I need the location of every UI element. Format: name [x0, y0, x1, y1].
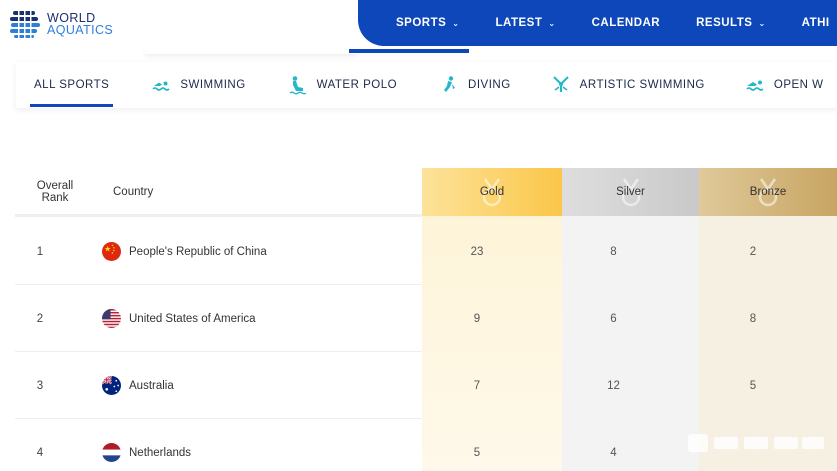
nav-item-latest[interactable]: LATEST ⌄ [496, 17, 556, 29]
nav-item-label: CALENDAR [591, 17, 661, 29]
header-divider [15, 214, 422, 217]
row-gold-count: 5 [473, 447, 481, 459]
column-header-country[interactable]: Country [113, 186, 153, 198]
column-header-silver[interactable]: Silver [562, 168, 699, 216]
open-water-icon [746, 80, 764, 91]
tab-diving[interactable]: DIVING [439, 62, 511, 108]
tab-label: ALL SPORTS [34, 79, 110, 91]
world-aquatics-logo-icon [10, 11, 40, 38]
row-bronze-count: 8 [749, 313, 757, 325]
china-flag-icon [102, 242, 121, 261]
row-country-name: United States of America [129, 313, 256, 325]
nav-active-indicator [349, 49, 469, 53]
gold-header-label: Gold [479, 186, 505, 198]
netherlands-flag-icon [102, 443, 121, 462]
nav-item-label: LATEST [495, 17, 543, 29]
silver-header-label: Silver [616, 186, 645, 198]
row-gold-count: 7 [473, 380, 481, 392]
swimming-icon [152, 81, 170, 91]
row-rank: 2 [36, 313, 44, 325]
tab-open-water[interactable]: OPEN W [745, 62, 824, 108]
main-nav: SPORTS ⌄ LATEST ⌄ CALENDAR RESULTS ⌄ ATH… [358, 0, 837, 46]
bronze-header-label: Bronze [749, 186, 787, 198]
watermark-overlay [688, 434, 824, 452]
nav-item-results[interactable]: RESULTS ⌄ [696, 17, 766, 29]
rank-header-line2: Rank [41, 192, 69, 204]
row-divider [15, 351, 422, 352]
tab-swimming[interactable]: SWIMMING [151, 62, 245, 108]
sport-filter-tabs: ALL SPORTS SWIMMING WATER POLO DIVING AR… [16, 62, 837, 108]
tab-label: ARTISTIC SWIMMING [579, 79, 705, 91]
row-silver-count: 12 [607, 380, 620, 392]
nav-item-calendar[interactable]: CALENDAR [592, 17, 661, 29]
row-gold-count: 9 [473, 313, 481, 325]
tab-label: SWIMMING [180, 79, 246, 91]
row-rank: 4 [36, 447, 44, 459]
row-divider [15, 418, 422, 419]
row-rank: 1 [36, 246, 44, 258]
row-country-name: Australia [129, 380, 174, 392]
row-divider [15, 284, 422, 285]
column-header-bronze[interactable]: Bronze [699, 168, 837, 216]
nav-item-label: ATHI [801, 17, 830, 29]
chevron-down-icon: ⌄ [452, 18, 460, 28]
tab-label: DIVING [468, 79, 511, 91]
tab-all-sports[interactable]: ALL SPORTS [16, 62, 114, 108]
tab-label: WATER POLO [316, 79, 398, 91]
diving-icon [444, 76, 456, 92]
tab-label: OPEN W [773, 79, 824, 91]
row-bronze-count: 5 [749, 380, 757, 392]
logo-wordmark: WORLD AQUATICS [47, 12, 114, 37]
usa-flag-icon [102, 309, 121, 328]
australia-flag-icon [102, 376, 121, 395]
column-header-overall-rank[interactable]: Overall Rank [30, 180, 80, 204]
logo-line-aquatics: AQUATICS [47, 23, 114, 37]
nav-item-sports[interactable]: SPORTS ⌄ [396, 17, 460, 29]
nav-shadow [145, 46, 358, 54]
row-country-name: Netherlands [129, 447, 192, 459]
artistic-swimming-icon [552, 76, 569, 92]
row-gold-count: 23 [470, 246, 484, 258]
rank-header-line1: Overall [36, 180, 74, 192]
water-polo-icon [289, 76, 307, 95]
row-bronze-count: 2 [749, 246, 757, 258]
column-header-gold[interactable]: Gold [422, 168, 562, 216]
tab-artistic-swimming[interactable]: ARTISTIC SWIMMING [551, 62, 705, 108]
row-rank: 3 [36, 380, 44, 392]
row-silver-count: 8 [610, 246, 617, 258]
chevron-down-icon: ⌄ [758, 18, 766, 28]
row-silver-count: 6 [610, 313, 617, 325]
row-silver-count: 4 [610, 447, 617, 459]
row-country-name: People's Republic of China [129, 246, 267, 258]
nav-item-athletes[interactable]: ATHI [802, 17, 830, 29]
tab-water-polo[interactable]: WATER POLO [288, 62, 397, 108]
nav-item-label: RESULTS [696, 17, 753, 29]
world-aquatics-logo[interactable]: WORLD AQUATICS [10, 9, 113, 39]
nav-item-label: SPORTS [396, 17, 447, 29]
chevron-down-icon: ⌄ [548, 18, 556, 28]
